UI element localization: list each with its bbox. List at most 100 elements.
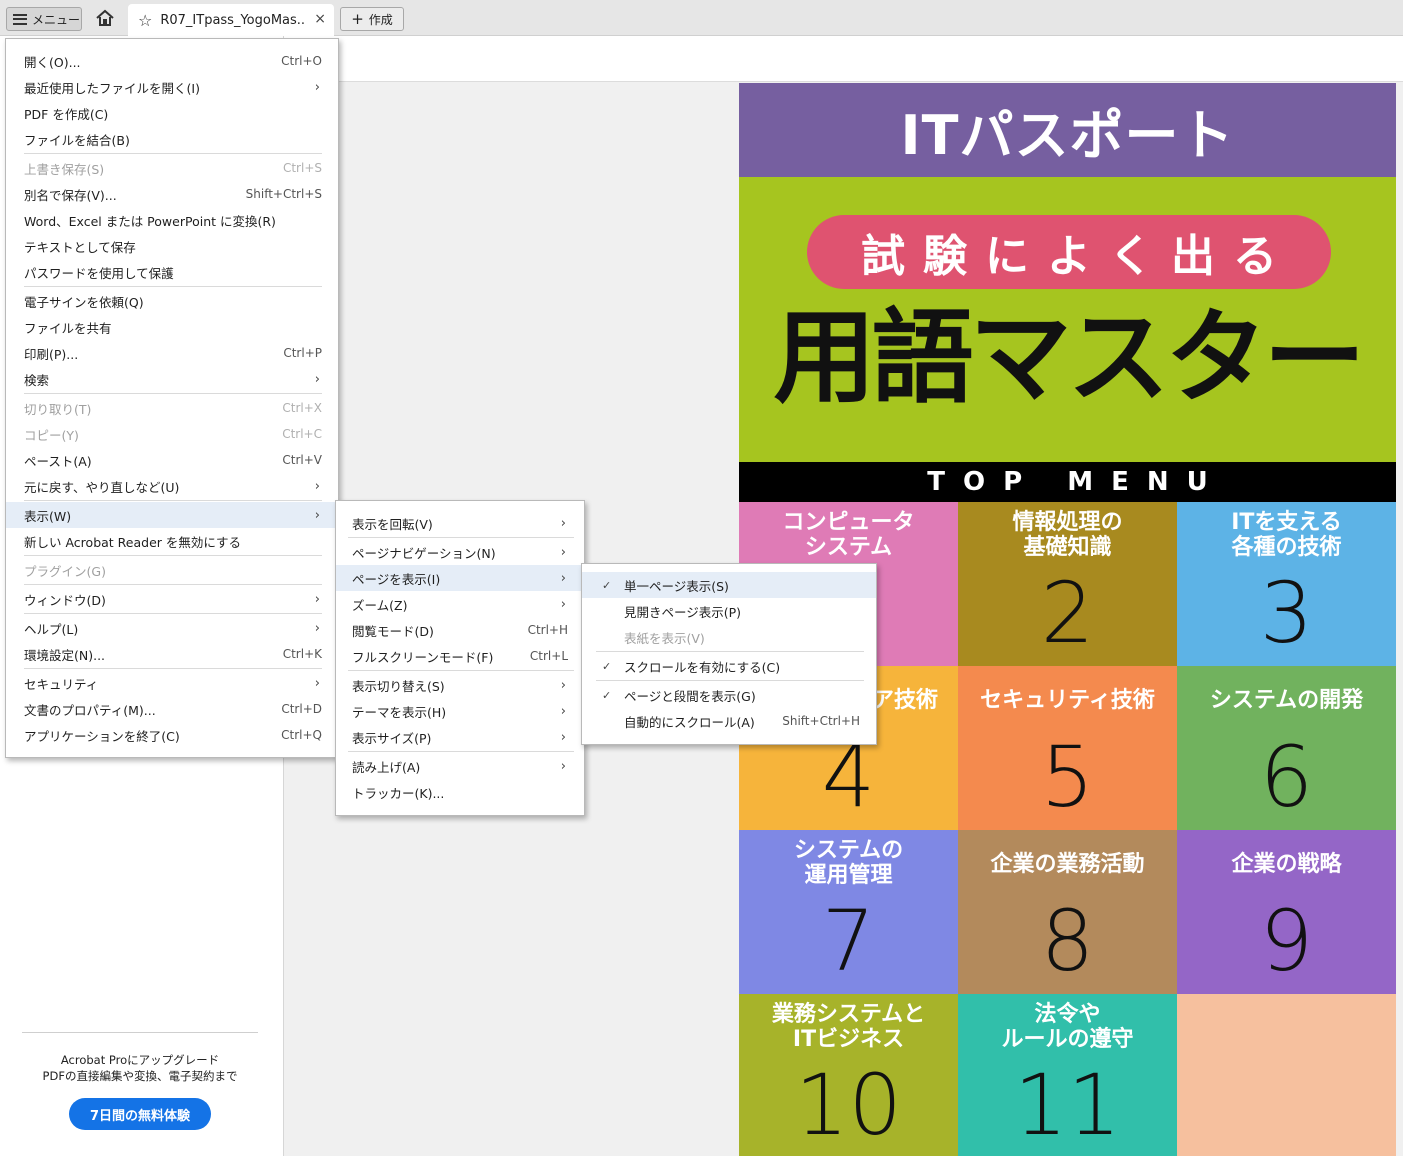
- main-menu-item-label: 別名で保存(V)...: [24, 187, 117, 203]
- view-menu-item-label: ページを表示(I): [352, 571, 441, 587]
- main-menu-item-25[interactable]: アプリケーションを終了(C) Ctrl+Q: [6, 722, 338, 748]
- main-menu-item-22[interactable]: 環境設定(N)... Ctrl+K: [6, 641, 338, 667]
- checkmark-icon: ✓: [602, 578, 612, 592]
- home-icon[interactable]: [94, 8, 116, 28]
- main-menu-item-16[interactable]: 元に戻す、やり直しなど(U) ›: [6, 473, 338, 499]
- page-menu-item-3[interactable]: ✓ スクロールを有効にする(C): [582, 653, 876, 679]
- document-tab[interactable]: ☆ R07_ITpass_YogoMas... ×: [128, 4, 334, 36]
- menu-separator: [24, 286, 322, 287]
- cover-tile-number: 7: [821, 892, 876, 990]
- main-menu-item-6[interactable]: Word、Excel または PowerPoint に変換(R): [6, 207, 338, 233]
- main-menu-item-label: 上書き保存(S): [24, 161, 105, 177]
- main-menu-item-11[interactable]: 印刷(P)... Ctrl+P: [6, 340, 338, 366]
- main-menu-item-3[interactable]: ファイルを結合(B): [6, 126, 338, 152]
- view-menu-item-4[interactable]: 閲覧モード(D) Ctrl+H: [336, 617, 584, 643]
- menu-button[interactable]: メニュー: [6, 7, 82, 31]
- main-menu-item-label: 最近使用したファイルを開く(I): [24, 80, 200, 96]
- create-button-label: 作成: [368, 12, 393, 27]
- view-menu-item-1[interactable]: ページナビゲーション(N) ›: [336, 539, 584, 565]
- cover-tile-number: 2: [1040, 564, 1095, 662]
- view-menu-item-label: トラッカー(K)...: [352, 785, 445, 801]
- view-submenu: 表示を回転(V) › ページナビゲーション(N) › ページを表示(I) › ズーム(Z) ›…: [335, 500, 585, 816]
- cover-tile-8: 企業の業務活動 8: [958, 830, 1177, 994]
- main-menu-item-label: 開く(O)...: [24, 54, 81, 70]
- view-menu-item-8[interactable]: 表示サイズ(P) ›: [336, 724, 584, 750]
- divider: [22, 1032, 258, 1033]
- star-icon[interactable]: ☆: [138, 11, 152, 30]
- close-icon[interactable]: ×: [314, 11, 326, 27]
- view-menu-item-5[interactable]: フルスクリーンモード(F) Ctrl+L: [336, 643, 584, 669]
- shortcut-label: Ctrl+S: [282, 161, 322, 175]
- main-menu-item-4: 上書き保存(S) Ctrl+S: [6, 155, 338, 181]
- view-menu-item-label: フルスクリーンモード(F): [352, 649, 494, 665]
- view-menu-item-7[interactable]: テーマを表示(H) ›: [336, 698, 584, 724]
- page-menu-item-label: 表紙を表示(V): [624, 630, 705, 646]
- cover-tile-number: 9: [1259, 892, 1314, 990]
- cover-big-title: 用語マスター: [773, 298, 1366, 418]
- main-menu-item-10[interactable]: ファイルを共有: [6, 314, 338, 340]
- main-menu-item-20[interactable]: ウィンドウ(D) ›: [6, 586, 338, 612]
- main-menu-item-label: PDF を作成(C): [24, 106, 109, 122]
- shortcut-label: Ctrl+P: [283, 346, 322, 360]
- main-menu-item-label: 電子サインを依頼(Q): [24, 294, 144, 310]
- main-menu-item-18[interactable]: 新しい Acrobat Reader を無効にする: [6, 528, 338, 554]
- cover-tile-5: セキュリティ技術 5: [958, 666, 1177, 830]
- menu-separator: [24, 668, 322, 669]
- cover-menu-bar: TOP MENU: [739, 462, 1396, 502]
- cover-tile-10: 業務システムと ITビジネス 10: [739, 994, 958, 1156]
- cover-tile-2: 情報処理の 基礎知識 2: [958, 502, 1177, 666]
- promo-line-2: PDFの直接編集や変換、電子契約まで: [42, 1069, 238, 1083]
- main-menu: 開く(O)... Ctrl+O 最近使用したファイルを開く(I) › PDF を作成(C…: [5, 38, 339, 758]
- main-menu-item-2[interactable]: PDF を作成(C): [6, 100, 338, 126]
- chevron-right-icon: ›: [560, 515, 566, 531]
- view-menu-item-6[interactable]: 表示切り替え(S) ›: [336, 672, 584, 698]
- main-menu-item-23[interactable]: セキュリティ ›: [6, 670, 338, 696]
- cover-tile-9: 企業の戦略 9: [1177, 830, 1396, 994]
- tab-title: R07_ITpass_YogoMas...: [160, 12, 307, 28]
- menu-separator: [596, 651, 864, 652]
- shortcut-label: Ctrl+D: [281, 702, 322, 716]
- page-menu-item-label: スクロールを有効にする(C): [624, 659, 781, 675]
- cover-tile-label: 企業の戦略: [1231, 852, 1342, 877]
- chevron-right-icon: ›: [560, 544, 566, 560]
- main-menu-item-15[interactable]: ペースト(A) Ctrl+V: [6, 447, 338, 473]
- create-button[interactable]: + 作成: [340, 7, 404, 31]
- page-menu-item-5[interactable]: 自動的にスクロール(A) Shift+Ctrl+H: [582, 708, 876, 734]
- page-menu-item-0[interactable]: ✓ 単一ページ表示(S): [582, 572, 876, 598]
- view-menu-item-label: 読み上げ(A): [352, 759, 421, 775]
- main-menu-item-12[interactable]: 検索 ›: [6, 366, 338, 392]
- main-menu-item-8[interactable]: パスワードを使用して保護: [6, 259, 338, 285]
- main-menu-item-9[interactable]: 電子サインを依頼(Q): [6, 288, 338, 314]
- shortcut-label: Ctrl+Q: [281, 728, 322, 742]
- view-menu-item-10[interactable]: トラッカー(K)...: [336, 779, 584, 805]
- cover-tile-number: 5: [1040, 728, 1095, 826]
- view-menu-item-0[interactable]: 表示を回転(V) ›: [336, 510, 584, 536]
- cover-tile-label: コンピュータ システム: [782, 510, 915, 560]
- main-menu-item-24[interactable]: 文書のプロパティ(M)... Ctrl+D: [6, 696, 338, 722]
- view-menu-item-label: 表示切り替え(S): [352, 678, 445, 694]
- view-menu-item-3[interactable]: ズーム(Z) ›: [336, 591, 584, 617]
- menu-separator: [596, 680, 864, 681]
- view-menu-item-9[interactable]: 読み上げ(A) ›: [336, 753, 584, 779]
- title-bar: メニュー ☆ R07_ITpass_YogoMas... × + 作成: [0, 0, 1403, 36]
- main-menu-item-label: セキュリティ: [24, 676, 99, 692]
- hamburger-icon: [13, 13, 27, 25]
- free-trial-button[interactable]: 7日間の無料体験: [69, 1098, 211, 1130]
- view-menu-item-2[interactable]: ページを表示(I) ›: [336, 565, 584, 591]
- main-menu-item-7[interactable]: テキストとして保存: [6, 233, 338, 259]
- menu-separator: [24, 393, 322, 394]
- menu-separator: [24, 500, 322, 501]
- main-menu-item-19: プラグイン(G): [6, 557, 338, 583]
- promo-line-1: Acrobat Proにアップグレード: [60, 1053, 220, 1067]
- view-menu-item-label: ズーム(Z): [352, 597, 408, 613]
- main-menu-item-21[interactable]: ヘルプ(L) ›: [6, 615, 338, 641]
- menu-separator: [24, 584, 322, 585]
- main-menu-item-label: アプリケーションを終了(C): [24, 728, 180, 744]
- main-menu-item-17[interactable]: 表示(W) ›: [6, 502, 338, 528]
- page-menu-item-1[interactable]: 見開きページ表示(P): [582, 598, 876, 624]
- page-menu-item-4[interactable]: ✓ ページと段間を表示(G): [582, 682, 876, 708]
- main-menu-item-1[interactable]: 最近使用したファイルを開く(I) ›: [6, 74, 338, 100]
- main-menu-item-0[interactable]: 開く(O)... Ctrl+O: [6, 48, 338, 74]
- main-menu-item-5[interactable]: 別名で保存(V)... Shift+Ctrl+S: [6, 181, 338, 207]
- main-menu-item-label: コピー(Y): [24, 427, 79, 443]
